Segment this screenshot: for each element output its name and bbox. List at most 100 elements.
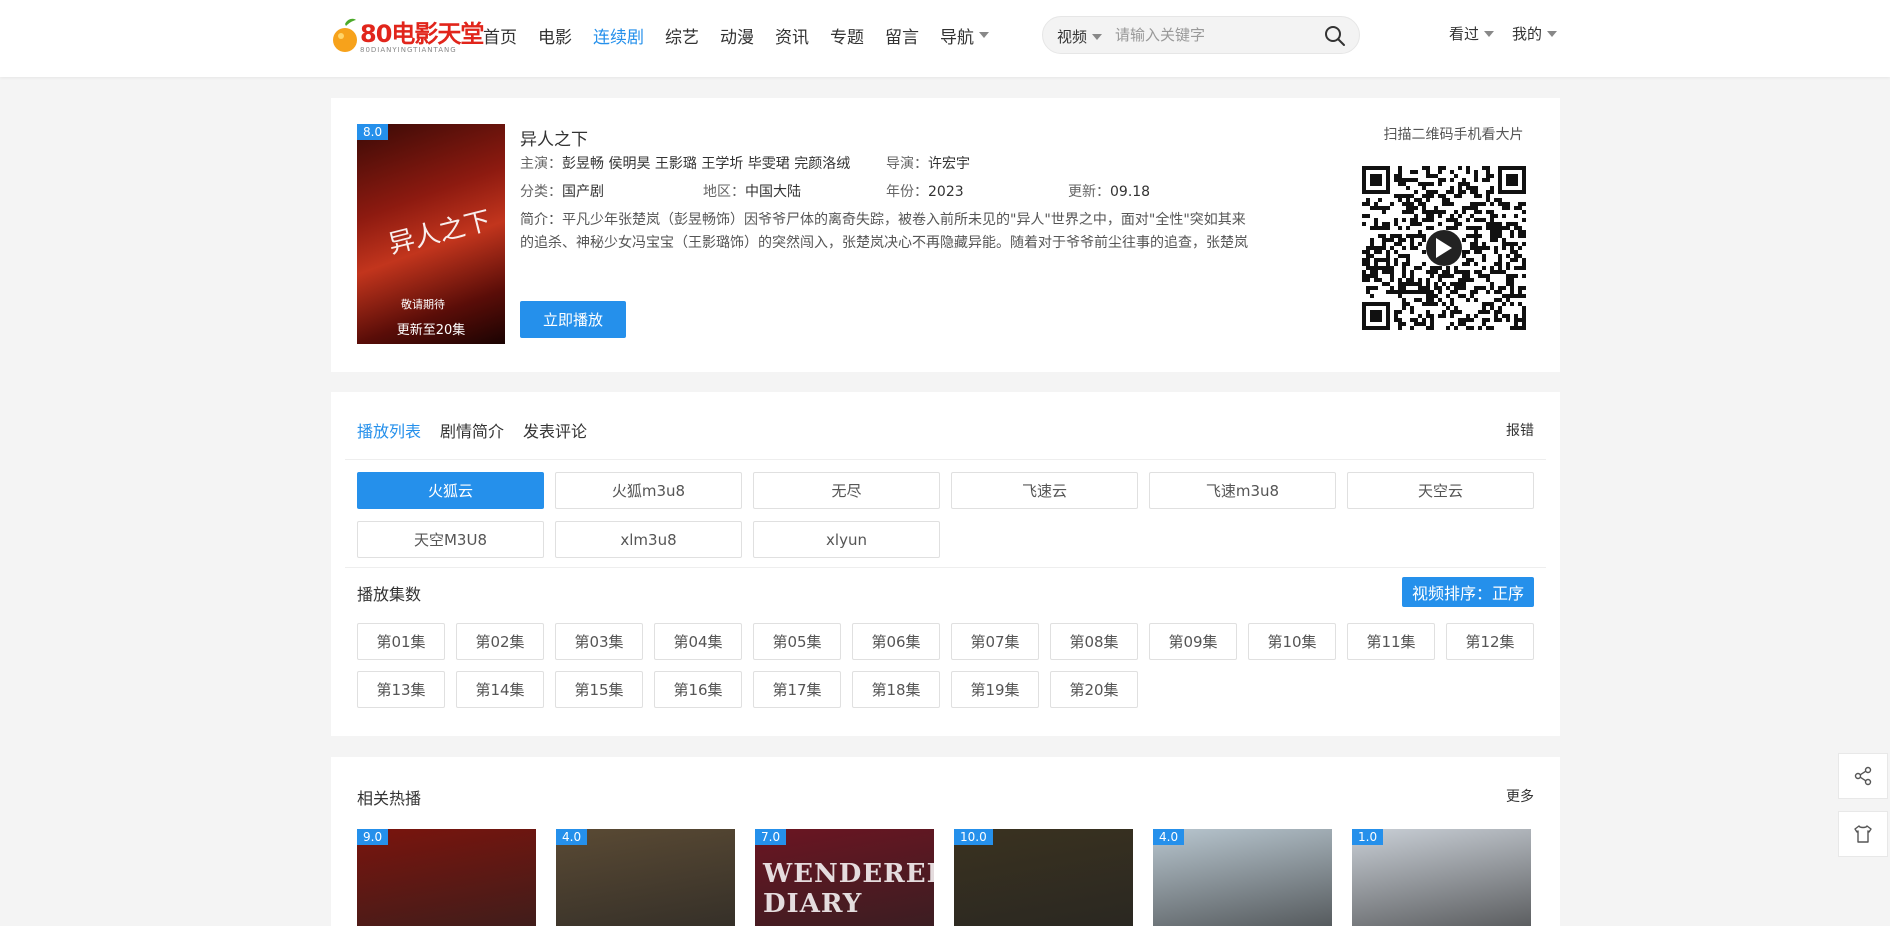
related-poster[interactable]: 10.0 (954, 829, 1133, 926)
category-row: 分类：国产剧 (520, 181, 604, 201)
skin-button[interactable] (1838, 811, 1888, 857)
search-bar: 视频 (1042, 16, 1360, 54)
source-list: 火狐云 火狐m3u8 无尽 飞速云 飞速m3u8 天空云天空M3U8 xlm3u8 xlyun (357, 472, 1539, 570)
nav-item-label: 导航 (940, 27, 974, 48)
source-button[interactable]: 飞速m3u8 (1149, 472, 1336, 509)
director-value: 许宏宇 (928, 156, 970, 172)
source-button[interactable]: 火狐云 (357, 472, 544, 509)
nav-item-1[interactable]: 电影 (538, 23, 572, 48)
episodes-title: 播放集数 (357, 585, 422, 604)
history-label: 看过 (1449, 25, 1480, 43)
poster-image[interactable]: 8.0 异人之下 敬请期待 更新至20集 (357, 124, 505, 344)
sort-order-button[interactable]: 视频排序：正序 (1401, 577, 1534, 607)
source-button[interactable]: xlm3u8 (555, 521, 742, 558)
related-poster[interactable]: 1.0 (1352, 829, 1531, 926)
episode-button[interactable]: 第17集 (753, 671, 841, 708)
playlist-tabs: 播放列表 剧情简介 发表评论 (357, 418, 606, 442)
related-list: 9.0 4.0 7.0 WENDERELLA DIARY 10.0 4.0 1.0 (357, 829, 1551, 926)
episode-button[interactable]: 第06集 (852, 623, 940, 660)
episode-button[interactable]: 第15集 (555, 671, 643, 708)
related-poster[interactable]: 4.0 (1153, 829, 1332, 926)
update-label: 更新： (1068, 184, 1110, 200)
year-row: 年份：2023 (886, 181, 964, 201)
playlist-panel: 播放列表 剧情简介 发表评论 报错 火狐云 火狐m3u8 无尽 飞速云 飞速m3u8 天空云天… (331, 392, 1560, 736)
category-value: 国产剧 (562, 184, 604, 200)
episode-button[interactable]: 第09集 (1149, 623, 1237, 660)
actors-label: 主演： (520, 156, 562, 172)
source-button[interactable]: 天空M3U8 (357, 521, 544, 558)
nav-item-2[interactable]: 连续剧 (593, 23, 644, 48)
nav-item-6[interactable]: 专题 (830, 23, 864, 48)
search-type-select[interactable]: 视频 (1057, 26, 1103, 47)
source-button[interactable]: xlyun (753, 521, 940, 558)
episode-button[interactable]: 第03集 (555, 623, 643, 660)
nav-item-8[interactable]: 导航 (940, 23, 989, 48)
more-link[interactable]: 更多 (1506, 786, 1534, 806)
episode-button[interactable]: 第10集 (1248, 623, 1336, 660)
episode-button[interactable]: 第12集 (1446, 623, 1534, 660)
orange-logo-icon (333, 18, 357, 52)
chevron-down-icon (1484, 30, 1495, 37)
source-button[interactable]: 天空云 (1347, 472, 1534, 509)
chevron-down-icon (979, 32, 989, 38)
header: 80电影天堂 80DIANYINGTIANTANG 首页 电影 连续剧 综艺 动漫 资讯专… (0, 0, 1890, 77)
divider (345, 567, 1546, 568)
share-button[interactable] (1838, 753, 1888, 799)
source-button[interactable]: 火狐m3u8 (555, 472, 742, 509)
description-label: 简介： (520, 212, 562, 228)
divider (345, 459, 1546, 460)
region-label: 地区： (703, 184, 745, 200)
poster-calligraphy: 异人之下 (385, 205, 494, 261)
tab-1[interactable]: 剧情简介 (440, 418, 504, 442)
episode-button[interactable]: 第07集 (951, 623, 1039, 660)
update-row: 更新：09.18 (1068, 181, 1150, 201)
related-poster[interactable]: 4.0 (556, 829, 735, 926)
related-title: 相关热播 (357, 789, 422, 808)
episode-button[interactable]: 第01集 (357, 623, 445, 660)
episode-button[interactable]: 第20集 (1050, 671, 1138, 708)
actors-value: 彭昱畅 侯明昊 王影璐 王学圻 毕雯珺 完颜洛绒 (562, 156, 851, 172)
source-button[interactable]: 飞速云 (951, 472, 1138, 509)
region-row: 地区：中国大陆 (703, 181, 801, 201)
source-button[interactable]: 无尽 (753, 472, 940, 509)
user-menu[interactable]: 我的 (1512, 23, 1558, 44)
episode-list: 第01集 第02集 第03集 第04集 第05集 第06集 第07集 第08集 第09集 第10集… (357, 623, 1547, 719)
episode-button[interactable]: 第16集 (654, 671, 742, 708)
search-icon[interactable] (1323, 24, 1347, 48)
qr-code-icon (1362, 166, 1526, 330)
nav-item-label: 专题 (830, 27, 864, 48)
nav-item-4[interactable]: 动漫 (720, 23, 754, 48)
related-poster[interactable]: 7.0 WENDERELLA DIARY (755, 829, 934, 926)
episode-button[interactable]: 第08集 (1050, 623, 1138, 660)
episode-button[interactable]: 第02集 (456, 623, 544, 660)
play-now-button[interactable]: 立即播放 (520, 301, 626, 338)
director-row: 导演：许宏宇 (886, 153, 970, 173)
nav-item-3[interactable]: 综艺 (665, 23, 699, 48)
episode-button[interactable]: 第18集 (852, 671, 940, 708)
qr-title: 扫描二维码手机看大片 (1383, 127, 1524, 143)
logo[interactable]: 80电影天堂 80DIANYINGTIANTANG (332, 14, 484, 58)
tab-2[interactable]: 发表评论 (523, 418, 587, 442)
episode-button[interactable]: 第11集 (1347, 623, 1435, 660)
search-input[interactable] (1115, 24, 1315, 46)
episode-button[interactable]: 第13集 (357, 671, 445, 708)
year-label: 年份： (886, 184, 928, 200)
episode-button[interactable]: 第19集 (951, 671, 1039, 708)
episode-button[interactable]: 第14集 (456, 671, 544, 708)
actors-row: 主演：彭昱畅 侯明昊 王影璐 王学圻 毕雯珺 完颜洛绒 (520, 153, 850, 173)
nav-item-label: 留言 (885, 27, 919, 48)
history-menu[interactable]: 看过 (1449, 23, 1495, 44)
tab-0[interactable]: 播放列表 (357, 418, 421, 442)
related-poster[interactable]: 9.0 (357, 829, 536, 926)
shirt-icon (1854, 825, 1872, 843)
nav-item-0[interactable]: 首页 (483, 23, 517, 48)
nav-item-7[interactable]: 留言 (885, 23, 919, 48)
episode-button[interactable]: 第04集 (654, 623, 742, 660)
score-badge: 10.0 (954, 829, 993, 845)
score-badge: 7.0 (755, 829, 787, 845)
nav-item-5[interactable]: 资讯 (775, 23, 809, 48)
share-icon (1854, 766, 1872, 786)
episode-button[interactable]: 第05集 (753, 623, 841, 660)
poster-title-art: WENDERELLA DIARY (763, 859, 934, 919)
report-error-link[interactable]: 报错 (1506, 420, 1534, 440)
